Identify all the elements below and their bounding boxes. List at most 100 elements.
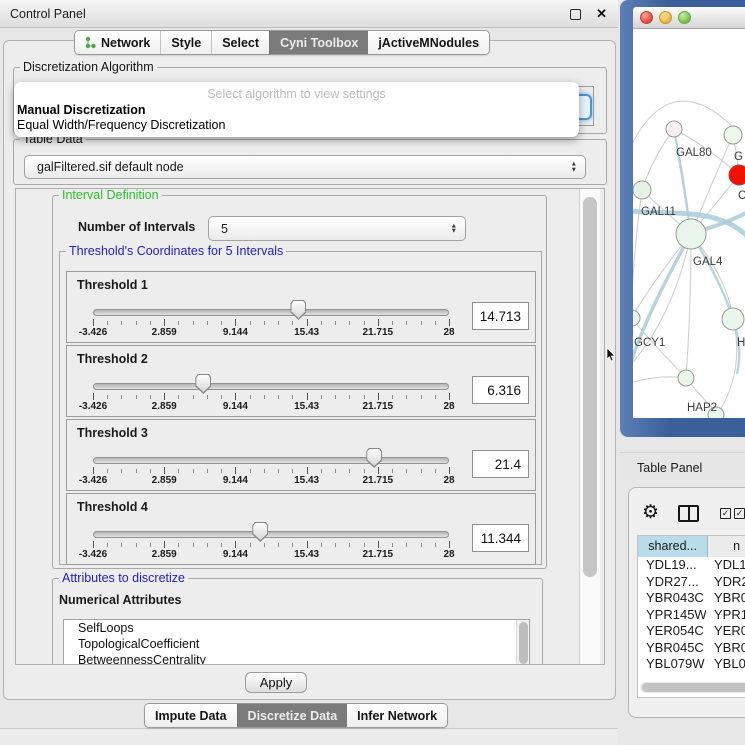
tab-select[interactable]: Select <box>211 31 269 54</box>
network-canvas[interactable]: GAL80 G C GAL11 GAL4 GCY1 H HAP2 <box>633 29 745 418</box>
network-node-gal80[interactable] <box>666 121 682 137</box>
slider-thumb[interactable] <box>195 374 211 394</box>
table-row[interactable]: YBR045CYBR0 <box>638 640 745 657</box>
apply-button[interactable]: Apply <box>245 672 307 693</box>
table-cell[interactable]: YBR0 <box>706 590 745 607</box>
attribute-list-item[interactable]: TopologicalCoefficient <box>64 636 529 652</box>
dropdown-option-manual-discretization[interactable]: Manual Discretization <box>17 103 146 117</box>
vertical-scrollbar[interactable] <box>579 189 600 665</box>
threshold-1-value-field[interactable] <box>472 302 529 330</box>
tick-mark <box>164 467 165 474</box>
table-cell[interactable]: YLR345W <box>638 673 706 677</box>
table-cell[interactable]: YPR1 <box>706 607 745 624</box>
table-row[interactable]: YBL079WYBL0 <box>638 656 745 673</box>
list-scrollbar[interactable] <box>516 620 529 665</box>
tick-mark <box>136 395 137 399</box>
table-cell[interactable]: YDL1 <box>706 557 745 574</box>
tick-mark <box>150 395 151 399</box>
attribute-list-item[interactable]: SelfLoops <box>64 620 529 636</box>
column-header-shared-name[interactable]: shared... <box>638 536 708 557</box>
slider-track[interactable] <box>93 457 449 464</box>
list-scrollbar-thumb[interactable] <box>519 622 528 664</box>
table-cell[interactable]: YBR0 <box>706 640 745 657</box>
slider-track[interactable] <box>93 383 449 390</box>
table-data-combobox[interactable]: galFiltered.sif default node ▲▼ <box>24 155 586 179</box>
close-icon[interactable]: ✕ <box>596 6 607 22</box>
tick-mark <box>178 395 179 399</box>
tab-style[interactable]: Style <box>160 31 211 54</box>
horizontal-scrollbar-thumb[interactable] <box>642 683 745 692</box>
attribute-list-item[interactable]: BetweennessCentrality <box>64 652 529 665</box>
table-row[interactable]: YPR145WYPR1 <box>638 607 745 624</box>
node-label-gal11: GAL11 <box>641 206 676 218</box>
threshold-3-value-field[interactable] <box>472 450 529 478</box>
slider-track[interactable] <box>93 531 449 538</box>
network-node-gcy1[interactable] <box>633 310 640 326</box>
network-node-gal4[interactable] <box>676 219 706 249</box>
checkbox-icon[interactable]: ✓ <box>734 508 745 519</box>
slider-track[interactable] <box>93 309 449 316</box>
table-cell[interactable]: YBL079W <box>638 656 706 673</box>
tab-cyni-toolbox[interactable]: Cyni Toolbox <box>269 31 368 54</box>
table-row[interactable]: YDL19...YDL1 <box>638 557 745 574</box>
zoom-traffic-light[interactable] <box>678 11 691 24</box>
table-row[interactable]: YER054CYER0 <box>638 623 745 640</box>
table-row[interactable]: YDR27...YDR2 <box>638 574 745 591</box>
split-view-icon[interactable] <box>678 505 699 522</box>
tab-discretize-data[interactable]: Discretize Data <box>237 704 348 727</box>
table-cell[interactable]: YBR045C <box>638 640 706 657</box>
threshold-2-value-field[interactable] <box>472 376 529 404</box>
slider-thumb[interactable] <box>366 448 382 468</box>
tick-mark <box>250 469 251 473</box>
tick-mark <box>235 319 236 326</box>
tick-mark <box>93 319 94 326</box>
tick-label: 2.859 <box>152 327 177 338</box>
tab-impute-data[interactable]: Impute Data <box>145 704 237 727</box>
slider-thumb[interactable] <box>252 522 268 542</box>
tick-mark <box>349 321 350 325</box>
minimize-traffic-light[interactable] <box>659 11 672 24</box>
table-cell[interactable]: YDR2 <box>706 574 745 591</box>
network-node[interactable] <box>724 126 742 144</box>
threshold-4-value-field[interactable] <box>472 524 529 552</box>
column-header-name[interactable]: n <box>708 536 745 557</box>
vertical-scrollbar-thumb[interactable] <box>583 197 597 577</box>
network-node[interactable] <box>722 308 744 330</box>
network-node-hap2[interactable] <box>678 370 694 386</box>
slider-tick-labels: -3.4262.8599.14415.4321.71528 <box>67 549 535 561</box>
tab-jactivemnodules[interactable]: jActiveMNodules <box>368 31 489 54</box>
table-cell[interactable]: YBL0 <box>706 656 745 673</box>
tick-mark <box>193 543 194 547</box>
tick-mark <box>107 469 108 473</box>
table-cell[interactable]: YPR145W <box>638 607 706 624</box>
tick-mark <box>435 469 436 473</box>
table-row[interactable]: YBR043CYBR0 <box>638 590 745 607</box>
settings-scroll-panel: Interval Definition Number of Intervals … <box>15 188 605 665</box>
tab-infer-network[interactable]: Infer Network <box>347 704 447 727</box>
gear-icon[interactable]: ⚙ <box>642 501 659 524</box>
close-traffic-light[interactable] <box>640 11 653 24</box>
tick-mark <box>292 543 293 547</box>
attributes-to-discretize-group: Attributes to discretize Numerical Attri… <box>52 578 543 665</box>
table-cell[interactable]: YDR27... <box>638 574 706 591</box>
slider-thumb[interactable] <box>290 300 306 320</box>
checkbox-icon[interactable]: ✓ <box>720 508 731 519</box>
float-window-icon[interactable] <box>570 9 581 20</box>
tab-network[interactable]: Network <box>75 31 160 54</box>
horizontal-scrollbar[interactable] <box>640 682 745 693</box>
tick-mark <box>207 395 208 399</box>
table-row[interactable]: YLR345WYLR3 <box>638 673 745 677</box>
network-node-selected-red[interactable] <box>729 165 745 185</box>
table-cell[interactable]: YER054C <box>638 623 706 640</box>
table-cell[interactable]: YER0 <box>706 623 745 640</box>
tick-mark <box>235 541 236 548</box>
control-panel-window: Control Panel ✕ Network Style Select Cyn… <box>0 0 618 745</box>
table-cell[interactable]: YLR3 <box>706 673 745 677</box>
node-label-gal80: GAL80 <box>676 147 712 159</box>
tick-mark <box>164 319 165 326</box>
table-cell[interactable]: YBR043C <box>638 590 706 607</box>
number-of-intervals-spinner[interactable]: 5 ▲▼ <box>208 216 466 241</box>
network-node-gal11[interactable] <box>633 181 651 199</box>
dropdown-option-equal-width-frequency[interactable]: Equal Width/Frequency Discretization <box>17 118 225 132</box>
table-cell[interactable]: YDL19... <box>638 557 706 574</box>
